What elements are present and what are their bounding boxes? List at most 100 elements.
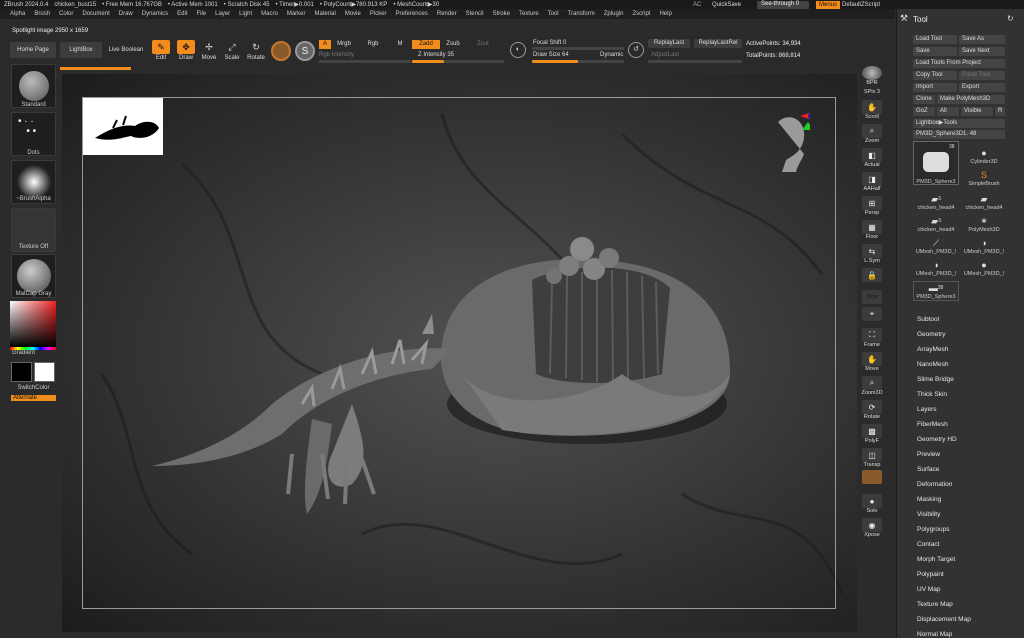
section-slime-bridge[interactable]: Slime Bridge — [917, 376, 954, 383]
section-visibility[interactable]: Visibility — [917, 511, 940, 518]
menu-layer[interactable]: Layer — [215, 11, 230, 17]
refresh-icon[interactable]: ↻ — [1007, 14, 1014, 23]
section-arraymesh[interactable]: ArrayMesh — [917, 346, 948, 353]
goz-button[interactable]: GoZ — [913, 107, 935, 116]
aahalf-button[interactable]: ◨ AAHalf — [861, 172, 883, 192]
copy-tool-button[interactable]: Copy Tool — [913, 71, 957, 80]
tool-cylinder[interactable]: ● Cylinder3D — [961, 147, 1007, 167]
visible-button[interactable]: Visible — [961, 107, 993, 116]
menu-marker[interactable]: Marker — [287, 11, 306, 17]
r-button[interactable]: R — [995, 107, 1005, 116]
paste-tool-button[interactable]: Paste Tool — [959, 71, 1005, 80]
import-button[interactable]: Import — [913, 83, 957, 92]
menu-preferences[interactable]: Preferences — [396, 11, 428, 17]
section-deformation[interactable]: Deformation — [917, 481, 952, 488]
floor-button[interactable]: ▦ Floor — [861, 220, 883, 240]
m-toggle[interactable]: M — [395, 40, 405, 49]
menu-document[interactable]: Document — [82, 11, 109, 17]
edit-button[interactable]: ✎ Edit — [152, 40, 170, 62]
section-uv-map[interactable]: UV Map — [917, 586, 940, 593]
tool-chicken-head-a[interactable]: ▰ 3 chicken_head4 — [913, 193, 959, 213]
alternate-button[interactable]: Alternate — [11, 395, 56, 401]
rgb-toggle[interactable]: Rgb — [364, 40, 382, 49]
menu-color[interactable]: Color — [59, 11, 73, 17]
see-through-slider[interactable]: See-through 0 — [757, 1, 809, 9]
make-polymesh-button[interactable]: Make PolyMesh3D — [937, 95, 1005, 104]
replaylastrel-button[interactable]: ReplayLastRel — [694, 39, 742, 48]
adjustlast-slider[interactable] — [648, 60, 742, 63]
persp-button[interactable]: ⊞ Persp — [861, 196, 883, 216]
home-page-button[interactable]: Home Page — [10, 42, 56, 58]
rotate-button[interactable]: ↻ Rotate — [246, 40, 266, 62]
section-fibermesh[interactable]: FiberMesh — [917, 421, 948, 428]
scale-button[interactable]: ⤢ Scale — [223, 40, 241, 62]
section-morph-target[interactable]: Morph Target — [917, 556, 955, 563]
zoom-button[interactable]: ⌕ Zoom — [861, 124, 883, 144]
menu-texture[interactable]: Texture — [519, 11, 539, 17]
menus-button[interactable]: Menus — [816, 1, 841, 9]
z-intensity-slider[interactable] — [412, 60, 504, 63]
quicksave-button[interactable]: QuickSave — [712, 2, 741, 8]
qxyz-button[interactable]: Qxyz — [861, 290, 883, 304]
tool-umesh-b[interactable]: ◑ UMesh_PM3D_! — [961, 237, 1007, 257]
focal-shift-slider[interactable] — [532, 47, 624, 50]
actual-button[interactable]: ◧ Actual — [861, 148, 883, 168]
section-thick-skin[interactable]: Thick Skin — [917, 391, 947, 398]
save-next-button[interactable]: Save Next — [959, 47, 1005, 56]
zadd-toggle[interactable]: Zadd — [412, 40, 440, 49]
menu-macro[interactable]: Macro — [261, 11, 278, 17]
tool-polymesh3d[interactable]: ✶ PolyMesh3D — [961, 215, 1007, 235]
move-view-button[interactable]: ✋ Move — [861, 352, 883, 372]
menu-tool[interactable]: Tool — [548, 11, 559, 17]
zsub-toggle[interactable]: Zsub — [444, 40, 462, 49]
solo-button[interactable]: ● Solo — [861, 494, 883, 514]
menu-zplugin[interactable]: Zplugin — [604, 11, 624, 17]
menu-stroke[interactable]: Stroke — [493, 11, 510, 17]
section-polypaint[interactable]: Polypaint — [917, 571, 944, 578]
secondary-color-swatch[interactable] — [34, 362, 55, 382]
draw-button[interactable]: ✥ Draw — [177, 40, 195, 62]
bpr-button[interactable]: BPR — [861, 66, 883, 86]
frame-button[interactable]: ⛶ Frame — [861, 328, 883, 348]
scroll-button[interactable]: ✋ Scroll — [861, 100, 883, 120]
clone-button[interactable]: Clone — [913, 95, 935, 104]
transp-button[interactable]: ◫ Transp — [861, 448, 883, 468]
section-geometry-hd[interactable]: Geometry HD — [917, 436, 957, 443]
current-tool-slider[interactable]: PM3D_Sphere3D1. 48 — [913, 130, 1005, 139]
rgb-intensity-slider[interactable] — [319, 60, 411, 63]
polyf-button[interactable]: ▩ PolyF — [861, 424, 883, 444]
spix-slider[interactable]: SPix 3 — [861, 89, 883, 95]
section-layers[interactable]: Layers — [917, 406, 937, 413]
default-zscript-button[interactable]: DefaultZScript — [842, 2, 880, 8]
rotate-view-button[interactable]: ⟳ Rotate — [861, 400, 883, 420]
section-geometry[interactable]: Geometry — [917, 331, 946, 338]
menu-dynamics[interactable]: Dynamics — [142, 11, 168, 17]
menu-movie[interactable]: Movie — [345, 11, 361, 17]
menu-render[interactable]: Render — [437, 11, 457, 17]
section-masking[interactable]: Masking — [917, 496, 941, 503]
color-picker[interactable] — [10, 301, 56, 347]
menu-material[interactable]: Material — [315, 11, 336, 17]
zoom3d-button[interactable]: ⌕ Zoom3D — [861, 376, 883, 396]
xpose-button[interactable]: ◉ Xpose — [861, 518, 883, 538]
tool-simplebrush[interactable]: S SimpleBrush — [961, 169, 1007, 189]
tool-chicken-head-b[interactable]: ▰ chicken_head4 — [961, 193, 1007, 213]
menu-picker[interactable]: Picker — [370, 11, 387, 17]
lightbox-button[interactable]: LightBox — [60, 42, 102, 58]
menu-draw[interactable]: Draw — [119, 11, 133, 17]
live-boolean-button[interactable]: Live Boolean — [104, 42, 148, 58]
section-surface[interactable]: Surface — [917, 466, 939, 473]
export-button[interactable]: Export — [959, 83, 1005, 92]
material-sphere-icon[interactable] — [271, 41, 291, 61]
switchcolor-button[interactable]: SwitchColor — [11, 385, 56, 391]
menu-file[interactable]: File — [196, 11, 206, 17]
menu-light[interactable]: Light — [239, 11, 252, 17]
menu-help[interactable]: Help — [659, 11, 671, 17]
section-subtool[interactable]: Subtool — [917, 316, 939, 323]
section-normal-map[interactable]: Normal Map — [917, 631, 952, 638]
section-displacement-map[interactable]: Displacement Map — [917, 616, 971, 623]
load-from-project-button[interactable]: Load Tools From Project — [913, 59, 1005, 68]
ghost-button[interactable] — [861, 470, 883, 484]
draw-size-slider[interactable] — [532, 60, 624, 63]
tool-chicken-head-c[interactable]: ▰ 3 chicken_head4 — [913, 215, 959, 235]
